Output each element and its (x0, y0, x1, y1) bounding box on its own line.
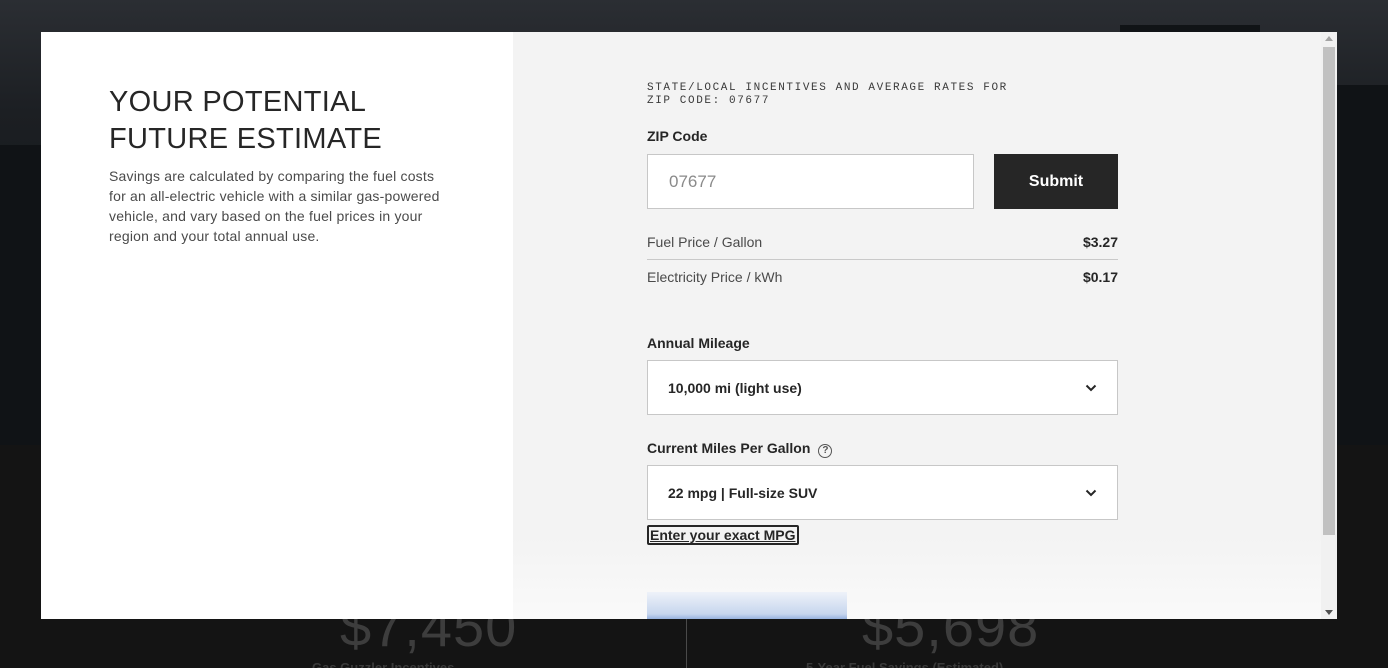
chevron-down-icon (1085, 384, 1097, 391)
chevron-down-icon (1085, 489, 1097, 496)
background-caption-right: 5-Year Fuel Savings (Estimated) (806, 660, 1004, 668)
fuel-price-row: Fuel Price / Gallon $3.27 (647, 224, 1118, 259)
submit-button[interactable]: Submit (994, 154, 1118, 209)
question-circle-icon[interactable]: ? (818, 444, 833, 458)
electricity-price-row: Electricity Price / kWh $0.17 (647, 259, 1118, 294)
fuel-price-label: Fuel Price / Gallon (647, 233, 763, 250)
modal-scrollbar[interactable] (1321, 32, 1337, 619)
mpg-label: Current Miles Per Gallon (647, 440, 811, 456)
modal-description: Savings are calculated by comparing the … (109, 168, 440, 244)
zip-code-input[interactable] (647, 154, 974, 209)
zip-code-label: ZIP Code (647, 128, 708, 144)
fuel-price-value: $3.27 (1082, 233, 1118, 250)
background-caption-left: Gas Guzzler Incentives (312, 660, 455, 668)
scroll-up-arrow-icon[interactable] (1325, 36, 1333, 41)
annual-mileage-label: Annual Mileage (647, 335, 750, 351)
electricity-price-label: Electricity Price / kWh (647, 268, 783, 285)
modal-intro-panel: YOUR POTENTIAL FUTURE ESTIMATE Savings a… (41, 32, 513, 619)
estimate-modal: YOUR POTENTIAL FUTURE ESTIMATE Savings a… (41, 32, 1337, 619)
estimate-form-panel: STATE/LOCAL INCENTIVES AND AVERAGE RATES… (513, 32, 1321, 619)
scroll-down-arrow-icon[interactable] (1325, 610, 1333, 615)
calculate-button[interactable] (647, 592, 847, 619)
annual-mileage-value: 10,000 mi (light use) (668, 379, 802, 396)
mpg-value: 22 mpg | Full-size SUV (668, 484, 818, 501)
rates-heading: STATE/LOCAL INCENTIVES AND AVERAGE RATES… (647, 82, 1008, 107)
mpg-label-row: Current Miles Per Gallon? (647, 440, 833, 458)
annual-mileage-select[interactable]: 10,000 mi (light use) (647, 360, 1118, 415)
scrollbar-thumb[interactable] (1323, 47, 1335, 535)
electricity-price-value: $0.17 (1082, 268, 1118, 285)
modal-title: YOUR POTENTIAL FUTURE ESTIMATE (109, 86, 383, 155)
enter-exact-mpg-link[interactable]: Enter your exact MPG (647, 525, 799, 545)
mpg-select[interactable]: 22 mpg | Full-size SUV (647, 465, 1118, 520)
